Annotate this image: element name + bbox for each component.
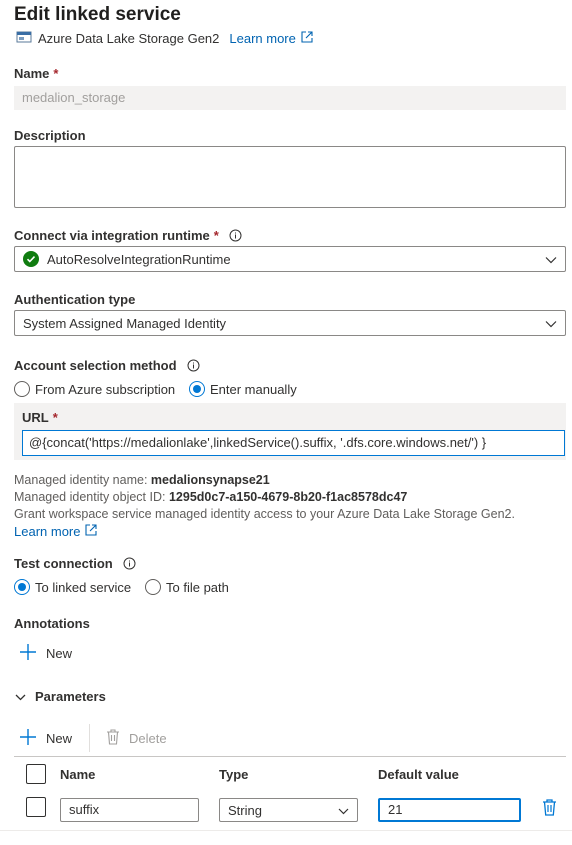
delete-parameter-button[interactable]: Delete [106,729,167,748]
auth-type-label: Authentication type [14,292,136,307]
external-link-icon [301,31,313,46]
parameter-type-select[interactable]: String [219,798,358,822]
radio-to-file-path[interactable]: To file path [145,579,229,595]
chevron-down-icon [15,689,26,704]
success-check-icon [23,251,39,267]
radio-circle [14,381,30,397]
select-all-checkbox[interactable] [26,764,46,784]
chevron-down-icon [545,316,557,331]
radio-label: To file path [166,579,229,595]
info-icon[interactable] [123,557,136,570]
row-checkbox[interactable] [26,797,46,817]
runtime-label: Connect via integration runtime * [14,228,242,243]
add-parameter-label: New [46,731,73,746]
table-header-divider [14,756,566,757]
delete-row-button[interactable] [542,799,557,819]
radio-label: To linked service [35,579,132,595]
description-textarea[interactable] [14,146,566,208]
storage-icon [16,30,32,47]
radio-label: From Azure subscription [35,381,176,397]
description-label: Description [14,128,86,143]
managed-identity-id-value: 1295d0c7-a150-4679-8b20-f1ac8578dc47 [168,490,408,504]
runtime-select[interactable]: AutoResolveIntegrationRuntime [14,246,566,272]
trash-icon [106,729,120,748]
column-header-default-value: Default value [378,767,459,782]
grant-access-text: Grant workspace service managed identity… [14,507,515,521]
runtime-value: AutoResolveIntegrationRuntime [47,251,231,267]
radio-enter-manually[interactable]: Enter manually [189,381,297,397]
delete-parameter-label: Delete [129,731,167,746]
bottom-divider [0,830,572,831]
managed-identity-name: Managed identity name: medalionsynapse21 [14,473,270,487]
trash-icon [542,799,557,819]
add-parameter-button[interactable]: New [20,729,72,748]
radio-from-azure-subscription[interactable]: From Azure subscription [14,381,175,397]
test-connection-label-text: Test connection [14,556,113,571]
learn-more-link[interactable]: Learn more [229,31,313,46]
runtime-label-text: Connect via integration runtime [14,228,210,243]
service-type-row: Azure Data Lake Storage Gen2 Learn more [16,30,313,47]
parameter-type-value: String [228,802,262,818]
learn-more-text: Learn more [229,31,296,46]
name-required-marker: * [53,66,59,81]
plus-icon [20,729,36,748]
column-header-type: Type [219,767,249,782]
name-field[interactable]: medalion_storage [14,86,566,110]
chevron-down-icon [338,803,349,818]
add-annotation-label: New [46,646,73,661]
parameters-label: Parameters [35,689,106,704]
managed-identity-name-value: medalionsynapse21 [150,473,270,487]
learn-more-link[interactable]: Learn more [14,524,98,539]
account-method-label-text: Account selection method [14,358,177,373]
name-label-text: Name [14,66,50,81]
parameter-default-value-input[interactable]: 21 [378,798,521,822]
external-link-icon [85,524,98,539]
auth-type-select[interactable]: System Assigned Managed Identity [14,310,566,336]
runtime-required-marker: * [213,228,219,243]
radio-label: Enter manually [210,381,297,397]
annotations-label: Annotations [14,616,90,631]
service-type-label: Azure Data Lake Storage Gen2 [38,31,220,46]
toolbar-divider [89,724,90,752]
radio-to-linked-service[interactable]: To linked service [14,579,131,595]
radio-circle [14,579,30,595]
info-icon[interactable] [187,359,200,372]
auth-type-value: System Assigned Managed Identity [23,315,227,331]
info-icon[interactable] [229,229,242,242]
url-input[interactable]: @{concat('https://medalionlake',linkedSe… [22,430,565,456]
name-label: Name * [14,66,58,81]
account-method-label: Account selection method [14,358,200,373]
radio-circle [189,381,205,397]
plus-icon [20,644,36,663]
radio-circle [145,579,161,595]
managed-identity-object-id: Managed identity object ID: 1295d0c7-a15… [14,490,407,504]
url-label-text: URL [22,410,49,425]
parameter-name-input[interactable]: suffix [60,798,199,822]
managed-identity-id-label: Managed identity object ID: [14,490,166,504]
learn-more-text: Learn more [14,524,81,539]
url-required-marker: * [52,410,58,425]
add-annotation-button[interactable]: New [20,644,72,663]
url-label: URL * [22,410,58,425]
column-header-name: Name [60,767,96,782]
managed-identity-name-label: Managed identity name: [14,473,148,487]
panel-title: Edit linked service [14,4,181,25]
parameters-section-toggle[interactable]: Parameters [15,689,106,704]
test-connection-label: Test connection [14,556,136,571]
chevron-down-icon [545,252,557,267]
